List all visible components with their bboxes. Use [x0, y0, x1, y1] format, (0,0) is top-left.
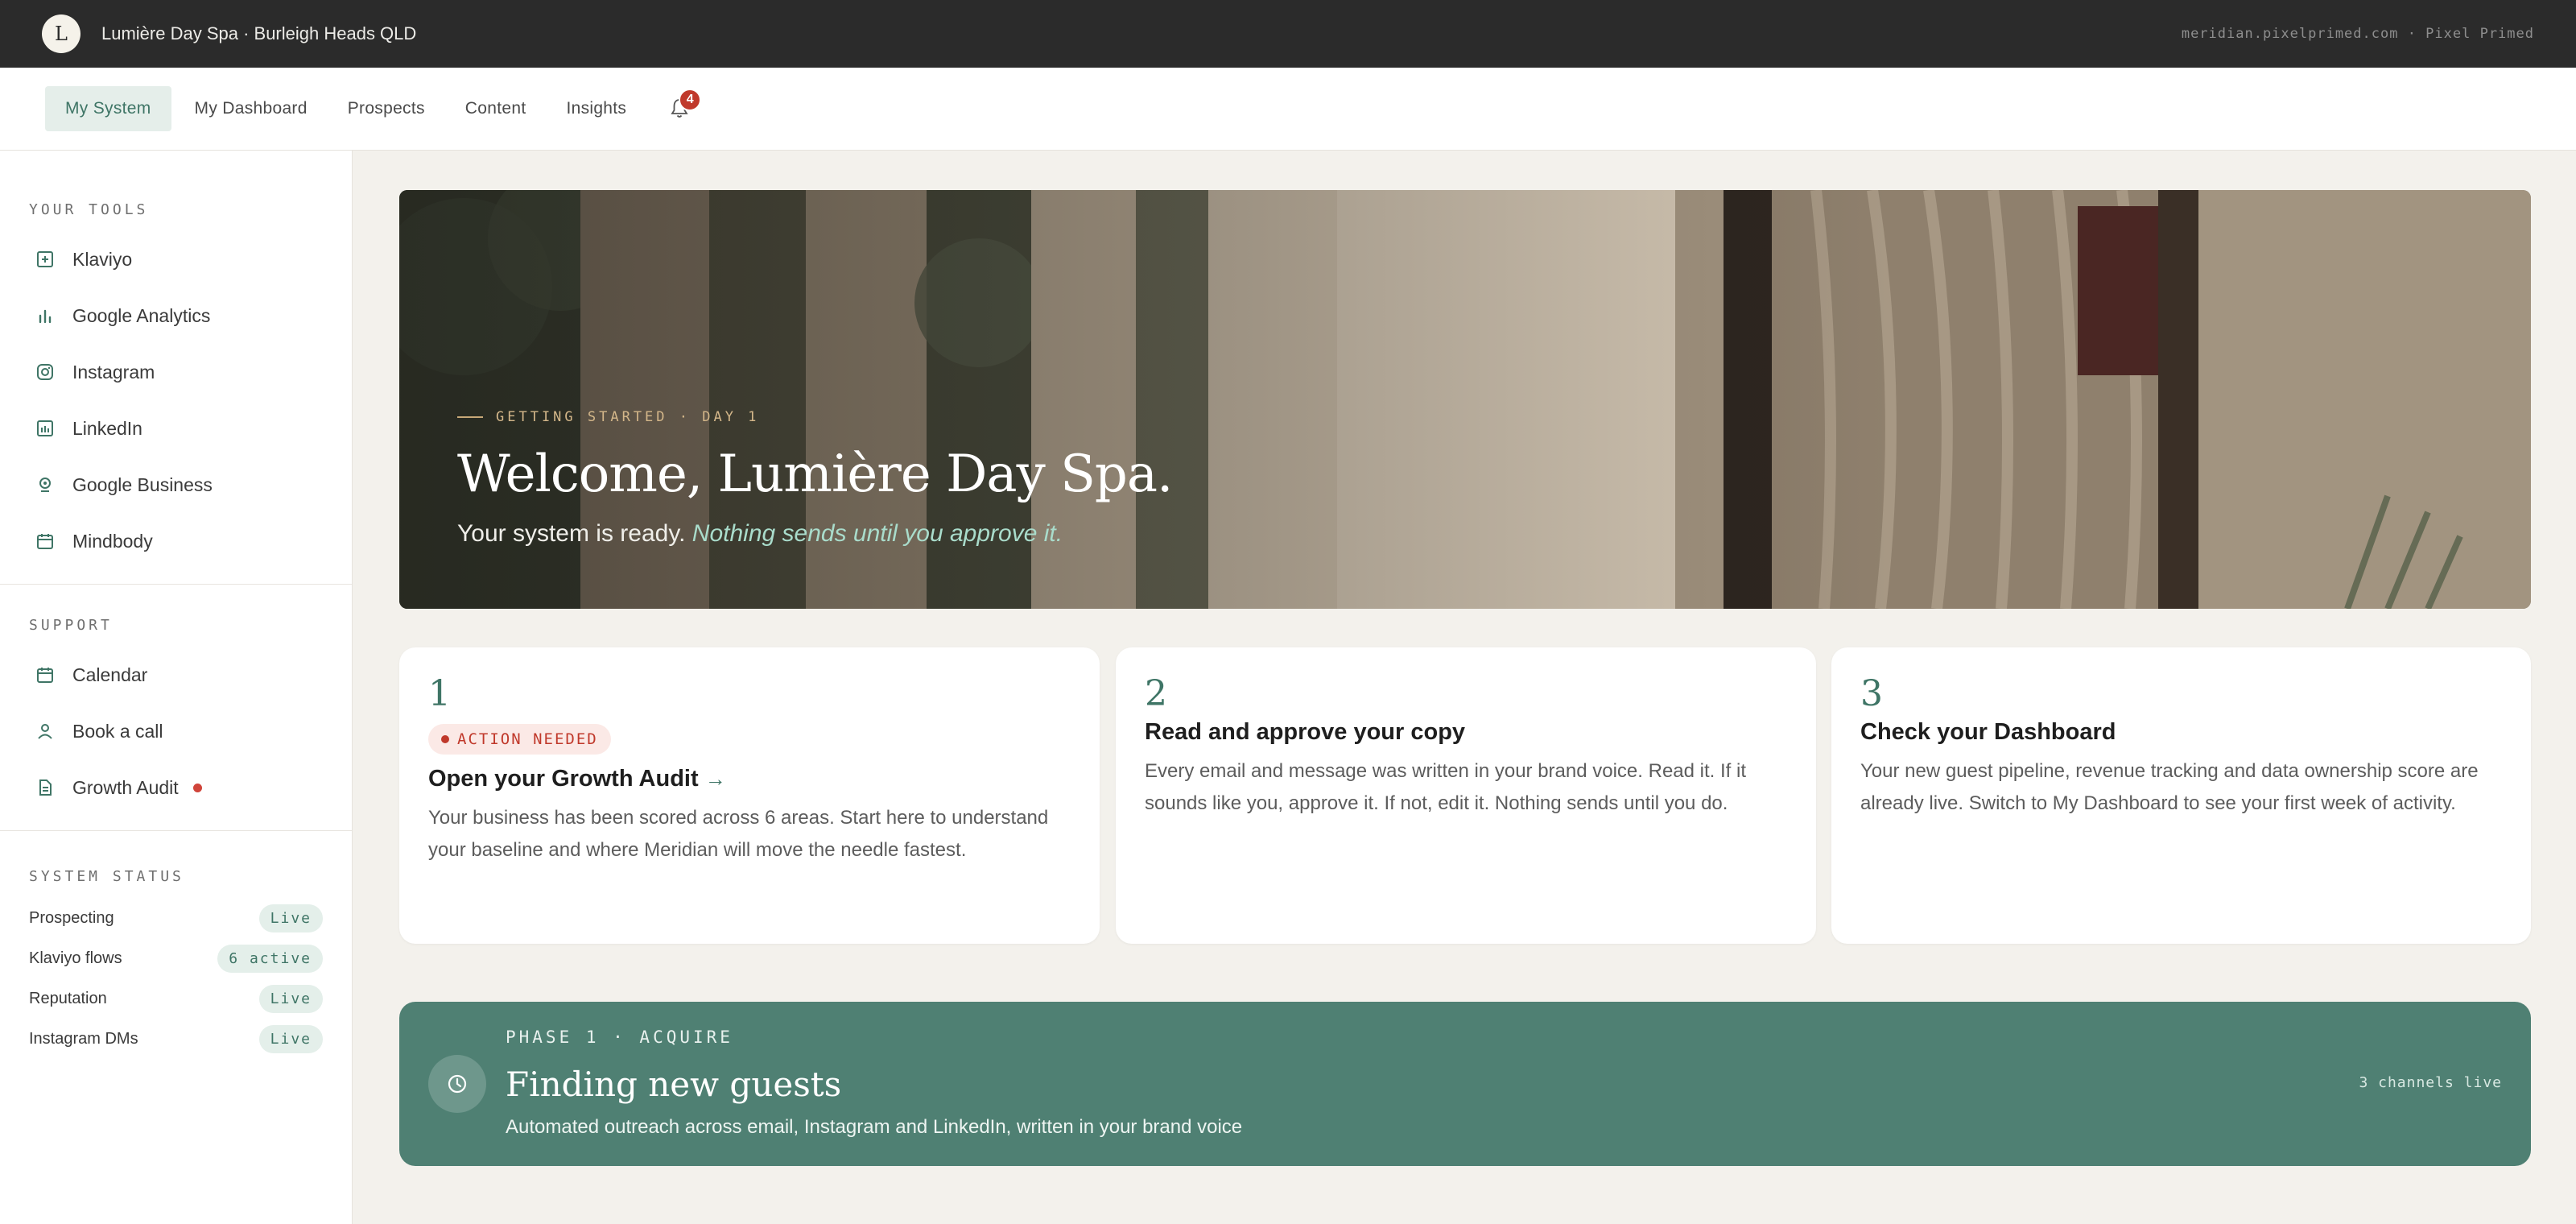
- sidebar-item-label: Book a call: [72, 720, 163, 742]
- step-description: Your business has been scored across 6 a…: [428, 807, 1049, 861]
- tab-my-system[interactable]: My System: [45, 86, 171, 131]
- calendar-icon: [34, 664, 56, 686]
- step-title: Check your Dashboard: [1860, 719, 2116, 745]
- step-card-growth-audit: 1 ACTION NEEDED Open your Growth Audit →…: [399, 647, 1100, 944]
- document-icon: [34, 776, 56, 799]
- status-label: Prospecting: [29, 908, 114, 927]
- step-title: Open your Growth Audit →: [428, 766, 1071, 792]
- instagram-icon: [34, 361, 56, 383]
- notification-count-badge: 4: [679, 89, 702, 111]
- sidebar-item-label: LinkedIn: [72, 417, 142, 439]
- tab-insights[interactable]: Insights: [546, 86, 646, 131]
- phase-acquire-banner[interactable]: PHASE 1 · ACQUIRE Finding new guests Aut…: [399, 1002, 2531, 1166]
- sidebar-item-label: Google Business: [72, 473, 213, 495]
- workspace-domain: meridian.pixelprimed.com · Pixel Primed: [2181, 26, 2534, 42]
- sidebar-item-mindbody[interactable]: Mindbody: [0, 513, 352, 569]
- step-card-approve-copy[interactable]: 2 Read and approve your copy Every email…: [1116, 647, 1816, 944]
- clock-icon: [428, 1055, 486, 1113]
- sidebar-item-label: Klaviyo: [72, 248, 133, 270]
- tab-my-dashboard[interactable]: My Dashboard: [175, 86, 328, 131]
- location-pin-icon: [34, 473, 56, 496]
- status-label: Instagram DMs: [29, 1029, 138, 1048]
- eyebrow-rule: [457, 416, 483, 418]
- hero-subtitle-emphasis: Nothing sends until you approve it.: [691, 520, 1063, 547]
- status-row-reputation: Reputation Live: [0, 978, 352, 1019]
- tools-heading: YOUR TOOLS: [29, 201, 149, 218]
- step-card-check-dashboard[interactable]: 3 Check your Dashboard Your new guest pi…: [1831, 647, 2531, 944]
- business-logo[interactable]: L: [42, 14, 80, 53]
- hero-eyebrow: GETTING STARTED · DAY 1: [457, 409, 1172, 425]
- phase-eyebrow: PHASE 1 · ACQUIRE: [506, 1028, 733, 1047]
- badge-label: ACTION NEEDED: [457, 730, 598, 748]
- action-needed-badge: ACTION NEEDED: [428, 724, 611, 755]
- step-description: Your new guest pipeline, revenue trackin…: [1860, 760, 2479, 814]
- sidebar-item-google-business[interactable]: Google Business: [0, 457, 352, 513]
- step-title: Read and approve your copy: [1145, 719, 1466, 745]
- status-badge: Live: [258, 904, 323, 932]
- tab-prospects[interactable]: Prospects: [328, 86, 445, 131]
- step-number: 2: [1145, 673, 1167, 714]
- klaviyo-icon: [34, 248, 56, 271]
- sidebar: YOUR TOOLS Klaviyo Google Analytics Inst…: [0, 151, 353, 1224]
- sidebar-item-label: Calendar: [72, 664, 148, 685]
- status-badge: Live: [258, 984, 323, 1013]
- sidebar-item-google-analytics[interactable]: Google Analytics: [0, 287, 352, 344]
- person-icon: [34, 720, 56, 742]
- hero-subtitle: Your system is ready. Nothing sends unti…: [457, 520, 1172, 548]
- status-badge: Live: [258, 1024, 323, 1053]
- business-name: Lumière Day Spa · Burleigh Heads QLD: [101, 23, 417, 43]
- status-row-instagram-dms: Instagram DMs Live: [0, 1019, 352, 1059]
- open-growth-audit-link[interactable]: Open your Growth Audit →: [428, 766, 726, 792]
- notifications-button[interactable]: 4: [667, 89, 702, 122]
- status-label: Reputation: [29, 989, 107, 1007]
- system-status-heading: SYSTEM STATUS: [29, 868, 184, 885]
- status-label: Klaviyo flows: [29, 949, 122, 967]
- hero-subtitle-plain: Your system is ready.: [457, 520, 686, 547]
- linkedin-icon: [34, 417, 56, 440]
- hero-content: GETTING STARTED · DAY 1 Welcome, Lumière…: [457, 409, 1173, 548]
- step-title-text: Open your Growth Audit: [428, 766, 699, 792]
- sidebar-item-label: Growth Audit: [72, 776, 179, 798]
- calendar-icon: [34, 530, 56, 552]
- bar-chart-icon: [34, 304, 56, 327]
- sidebar-item-label: Instagram: [72, 361, 155, 382]
- status-row-prospecting: Prospecting Live: [0, 898, 352, 938]
- main-nav: My System My Dashboard Prospects Content…: [0, 68, 2576, 151]
- status-badge: 6 active: [217, 944, 323, 973]
- hero-eyebrow-text: GETTING STARTED · DAY 1: [496, 409, 760, 425]
- step-description: Every email and message was written in y…: [1145, 760, 1746, 814]
- sidebar-item-label: Mindbody: [72, 530, 153, 552]
- sidebar-item-instagram[interactable]: Instagram: [0, 344, 352, 400]
- step-number: 1: [428, 673, 451, 714]
- step-number: 3: [1860, 673, 1883, 714]
- tab-content[interactable]: Content: [445, 86, 547, 131]
- sidebar-item-linkedin[interactable]: LinkedIn: [0, 400, 352, 457]
- sidebar-item-book-a-call[interactable]: Book a call: [0, 703, 352, 759]
- channels-live-count: 3 channels live: [2359, 1074, 2502, 1091]
- sidebar-item-label: Google Analytics: [72, 304, 211, 326]
- support-heading: SUPPORT: [29, 617, 113, 634]
- status-row-klaviyo-flows: Klaviyo flows 6 active: [0, 938, 352, 978]
- sidebar-item-growth-audit[interactable]: Growth Audit: [0, 759, 352, 816]
- welcome-hero: GETTING STARTED · DAY 1 Welcome, Lumière…: [399, 190, 2531, 609]
- phase-description: Automated outreach across email, Instagr…: [506, 1116, 1243, 1138]
- alert-dot: [192, 783, 202, 792]
- alert-dot: [441, 735, 449, 743]
- arrow-right-icon: →: [704, 767, 726, 791]
- hero-title: Welcome, Lumière Day Spa.: [457, 445, 1173, 504]
- phase-title: Finding new guests: [506, 1065, 842, 1104]
- sidebar-item-klaviyo[interactable]: Klaviyo: [0, 231, 352, 287]
- sidebar-item-calendar[interactable]: Calendar: [0, 647, 352, 703]
- top-bar: L Lumière Day Spa · Burleigh Heads QLD m…: [0, 0, 2576, 68]
